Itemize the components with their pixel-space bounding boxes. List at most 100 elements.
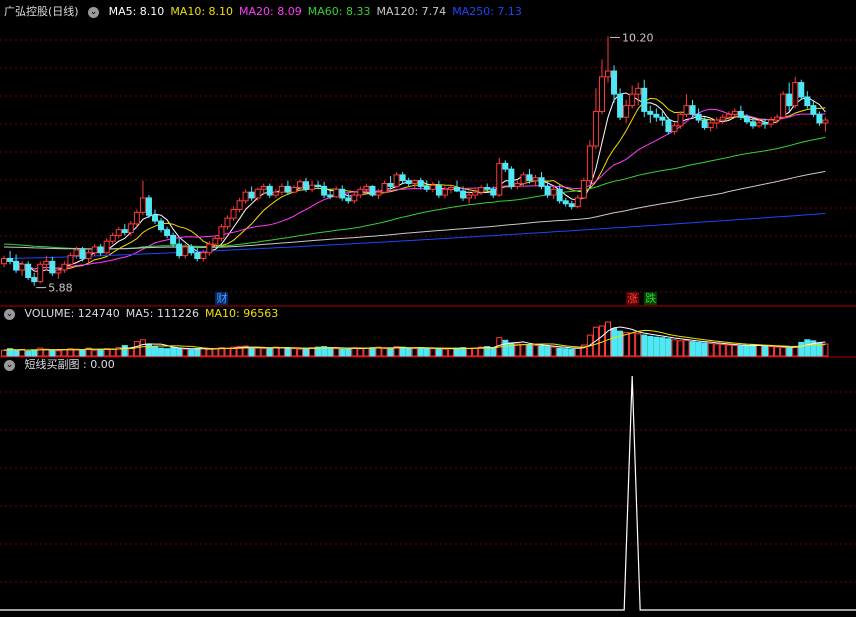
- volume-bar: [13, 350, 20, 357]
- volume-bar: [713, 343, 720, 357]
- candle-up: [719, 116, 726, 121]
- volume-bar: [158, 347, 165, 357]
- ma-legend: MA5: 8.10 MA10: 8.10 MA20: 8.09 MA60: 8.33 M…: [109, 5, 528, 18]
- candle-down: [387, 183, 394, 187]
- candle-down: [345, 197, 352, 202]
- candle-up: [1, 258, 7, 265]
- volume-bar: [327, 347, 334, 357]
- candle-down: [701, 119, 708, 129]
- volume-bar: [254, 347, 261, 357]
- candle-down: [399, 174, 406, 182]
- volume-bar: [260, 348, 267, 357]
- event-tag-0[interactable]: 财: [215, 292, 229, 305]
- candle-up: [707, 122, 714, 129]
- chevron-down-icon[interactable]: ⌄: [88, 6, 100, 18]
- volume-bar: [387, 348, 394, 357]
- candle-up: [532, 177, 539, 182]
- candle-up: [85, 252, 92, 260]
- candle-down: [7, 258, 14, 262]
- event-tag-1[interactable]: 涨: [626, 292, 640, 305]
- candle-up: [725, 113, 732, 118]
- candle-up: [496, 162, 503, 196]
- candle-up: [514, 183, 521, 187]
- candle-up: [466, 194, 473, 199]
- candle-down: [490, 188, 497, 196]
- candle-down: [266, 185, 273, 196]
- volume-bar: [176, 347, 183, 357]
- volume-bar: [435, 347, 442, 357]
- volume-bar: [641, 334, 648, 357]
- volume-bar: [25, 350, 32, 357]
- candle-down: [810, 105, 817, 115]
- candle-down: [665, 119, 672, 133]
- candle-down: [121, 229, 128, 234]
- volume-bar: [653, 336, 660, 357]
- volume-bar: [707, 342, 714, 357]
- volume-bar: [719, 343, 726, 357]
- volume-bar: [532, 345, 539, 357]
- volume-label-2: MA10: 96563: [204, 307, 279, 320]
- candle-down: [695, 113, 702, 121]
- volume-bar: [689, 341, 696, 357]
- candle-up: [200, 252, 207, 260]
- candle-up: [411, 180, 418, 185]
- volume-bar: [665, 338, 672, 357]
- volume-bar: [780, 347, 787, 357]
- volume-bar: [526, 344, 533, 357]
- candle-down: [562, 200, 569, 205]
- candle-down: [327, 194, 334, 198]
- volume-bar: [792, 346, 799, 357]
- candle-up: [780, 93, 787, 118]
- volume-bar: [164, 348, 171, 357]
- candle-down: [321, 185, 328, 196]
- indicator-panel-header: ⌄ 短线买副图 : 0.00: [4, 357, 127, 373]
- volume-bar: [79, 349, 86, 357]
- candle-down: [188, 246, 195, 254]
- volume-bar: [170, 347, 177, 357]
- volume-bar: [629, 332, 636, 357]
- candle-up: [206, 243, 213, 254]
- candle-down: [152, 214, 158, 222]
- ma-label-4: MA120: 7.74: [376, 5, 447, 18]
- candle-down: [526, 174, 533, 182]
- candle-down: [405, 180, 412, 185]
- candle-up: [768, 119, 775, 125]
- volume-bar: [617, 330, 624, 357]
- candle-down: [79, 249, 86, 260]
- candle-up: [629, 93, 636, 107]
- candle-down: [544, 185, 551, 196]
- stock-title[interactable]: 广弘控股(日线): [4, 5, 79, 18]
- candle-up: [133, 211, 140, 225]
- event-tag-2[interactable]: 跌: [644, 292, 658, 305]
- candle-down: [556, 188, 563, 202]
- candle-up: [109, 234, 116, 242]
- volume-bar: [248, 347, 255, 357]
- candle-up: [43, 260, 50, 265]
- candle-down: [641, 87, 648, 112]
- volume-bar: [774, 346, 781, 357]
- candle-up: [375, 191, 382, 196]
- candle-up: [393, 174, 400, 187]
- candle-up: [574, 197, 581, 208]
- volume-bar: [556, 347, 563, 357]
- volume-bar: [804, 339, 811, 357]
- ma-label-3: MA60: 8.33: [307, 5, 371, 18]
- candle-up: [478, 187, 485, 193]
- volume-bar: [1, 349, 7, 357]
- volume-bar: [701, 342, 708, 357]
- chevron-down-icon[interactable]: ⌄: [4, 308, 15, 320]
- candle-down: [158, 220, 165, 231]
- volume-panel-header: ⌄ VOLUME: 124740 MA5: 111226 MA10: 96563: [4, 306, 290, 322]
- candle-up: [19, 263, 26, 271]
- volume-bar: [508, 342, 515, 357]
- candle-up: [429, 184, 436, 190]
- volume-bar: [472, 347, 479, 357]
- chevron-down-icon[interactable]: ⌄: [4, 359, 15, 371]
- candle-down: [170, 234, 177, 245]
- candle-up: [447, 187, 454, 190]
- volume-bar: [357, 348, 364, 357]
- candle-up: [224, 217, 231, 228]
- candle-up: [550, 188, 557, 196]
- volume-bar: [19, 348, 26, 357]
- volume-bar: [405, 347, 412, 357]
